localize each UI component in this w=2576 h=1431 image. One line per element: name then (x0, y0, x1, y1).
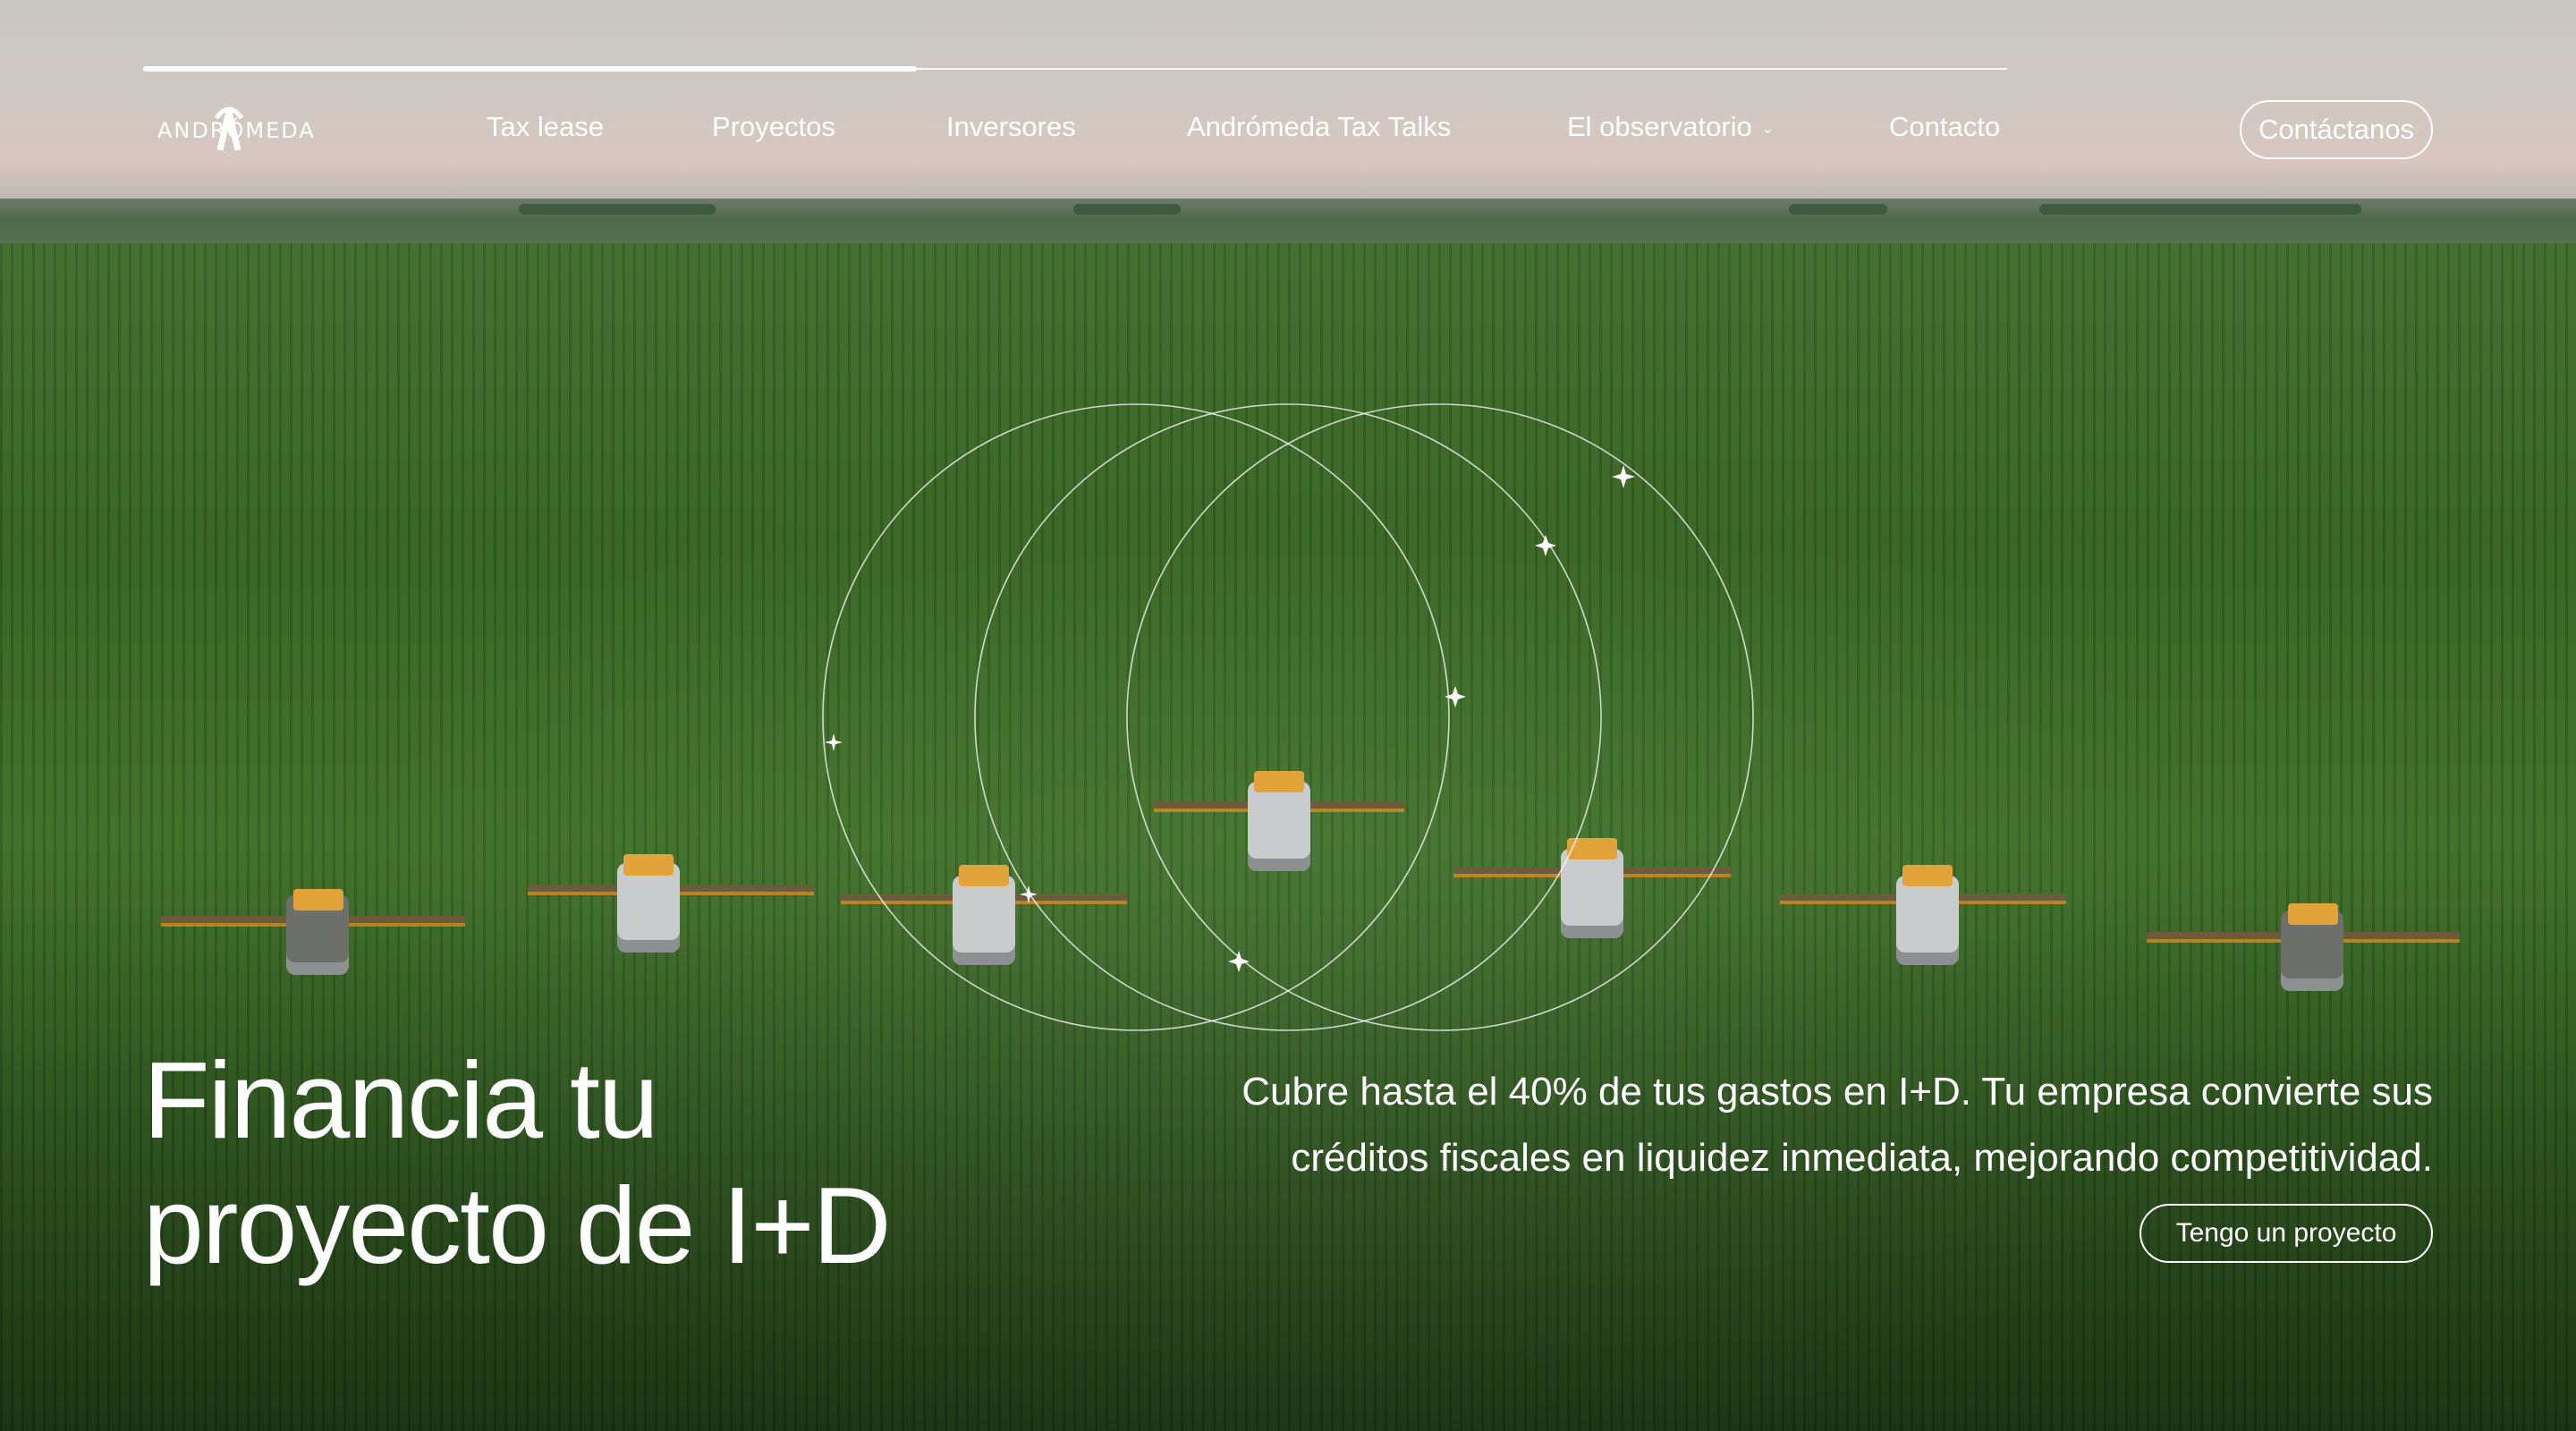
submit-project-button[interactable]: Tengo un proyecto (2140, 1204, 2433, 1263)
scroll-progress-bar (143, 66, 2007, 72)
nav-item-inversores[interactable]: Inversores (946, 111, 1076, 143)
orbit-circle (1126, 403, 1754, 1031)
hero-title: Financia tu proyecto de I+D (143, 1037, 1127, 1288)
sparkle-icon (825, 733, 843, 751)
orbit-circles-graphic (822, 403, 1754, 1031)
hero-description: Cubre hasta el 40% de tus gastos en I+D.… (1127, 1059, 2433, 1191)
nav-item-contacto[interactable]: Contacto (1889, 111, 2000, 143)
nav-item-label: El observatorio (1567, 111, 1752, 142)
nav-item-el-observatorio[interactable]: El observatorio ⌄ (1567, 111, 1775, 143)
treeline (2039, 204, 2361, 215)
nav-item-andromeda-tax-talks[interactable]: Andrómeda Tax Talks (1187, 111, 1451, 143)
tractor (528, 854, 814, 970)
tractor (2147, 902, 2460, 1009)
contact-us-button[interactable]: Contáctanos (2240, 100, 2433, 159)
orbit-circle (974, 403, 1602, 1031)
hero-description-line: Cubre hasta el 40% de tus gastos en I+D.… (1241, 1070, 2433, 1113)
treeline (1073, 204, 1181, 215)
sparkle-icon (1228, 951, 1250, 972)
sparkle-icon (1535, 535, 1556, 556)
hero-title-line: proyecto de I+D (143, 1164, 892, 1286)
tractor (161, 885, 465, 984)
nav-item-proyectos[interactable]: Proyectos (712, 111, 835, 143)
scroll-progress-fill (143, 66, 917, 72)
orbit-circle (822, 403, 1450, 1031)
nav-item-tax-lease[interactable]: Tax lease (487, 111, 604, 143)
brand-wordmark: ANDRÓMEDA (157, 118, 316, 143)
hero-description-line: créditos fiscales en liquidez inmediata,… (1291, 1136, 2433, 1180)
sky (0, 0, 2576, 207)
treeline (519, 204, 716, 215)
tractor (1780, 863, 2066, 988)
brand-logo[interactable]: ANDRÓMEDA (157, 98, 316, 156)
hero-title-line: Financia tu (143, 1039, 659, 1161)
chevron-down-icon: ⌄ (1760, 119, 1775, 138)
treeline (1789, 204, 1887, 215)
sparkle-icon (1612, 465, 1635, 488)
